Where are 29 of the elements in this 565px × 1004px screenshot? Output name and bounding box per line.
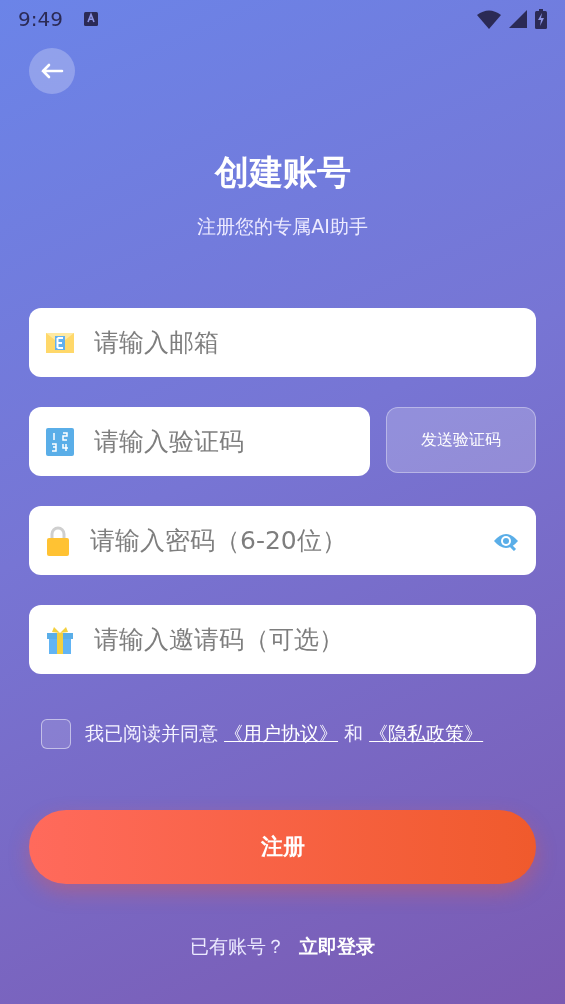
text-field[interactable]: 请输入密码（6-20位）	[29, 506, 536, 575]
number-keypad-icon	[46, 427, 74, 456]
envelope-icon	[46, 332, 74, 353]
text-field[interactable]: 请输入验证码	[29, 407, 370, 476]
keyboard-icon	[82, 11, 99, 27]
agreement-checkbox[interactable]	[41, 719, 71, 749]
page-title: 创建账号	[213, 151, 352, 194]
back-arrow-icon	[40, 63, 64, 79]
wifi-icon	[477, 9, 501, 29]
send-code-button[interactable]: 发送验证码	[386, 407, 536, 473]
input-field[interactable]: 请输入密码（6-20位）	[88, 525, 475, 556]
login-prompt: 已有账号？	[190, 934, 285, 959]
privacy-link[interactable]: 《隐私政策》	[369, 722, 484, 744]
status-time: 9:49	[18, 7, 63, 31]
text-field[interactable]: 请输入邮箱	[29, 308, 536, 377]
back-button[interactable]	[29, 48, 75, 94]
gift-icon	[46, 625, 74, 654]
input-field[interactable]: 请输入邮箱	[92, 327, 519, 358]
signal-icon	[509, 10, 527, 28]
padlock-icon	[46, 525, 70, 556]
page-subtitle: 注册您的专属AI助手	[196, 214, 369, 239]
text-field[interactable]: 请输入邀请码（可选）	[29, 605, 536, 674]
input-field[interactable]: 请输入验证码	[92, 426, 353, 457]
agreement-text: 我已阅读并同意 《用户协议》 和 《隐私政策》	[85, 721, 484, 746]
input-field[interactable]: 请输入邀请码（可选）	[92, 624, 519, 655]
battery-icon	[535, 9, 547, 29]
login-link[interactable]: 立即登录	[299, 934, 375, 960]
register-button[interactable]: 注册	[29, 810, 536, 884]
terms-link[interactable]: 《用户协议》	[224, 722, 339, 744]
